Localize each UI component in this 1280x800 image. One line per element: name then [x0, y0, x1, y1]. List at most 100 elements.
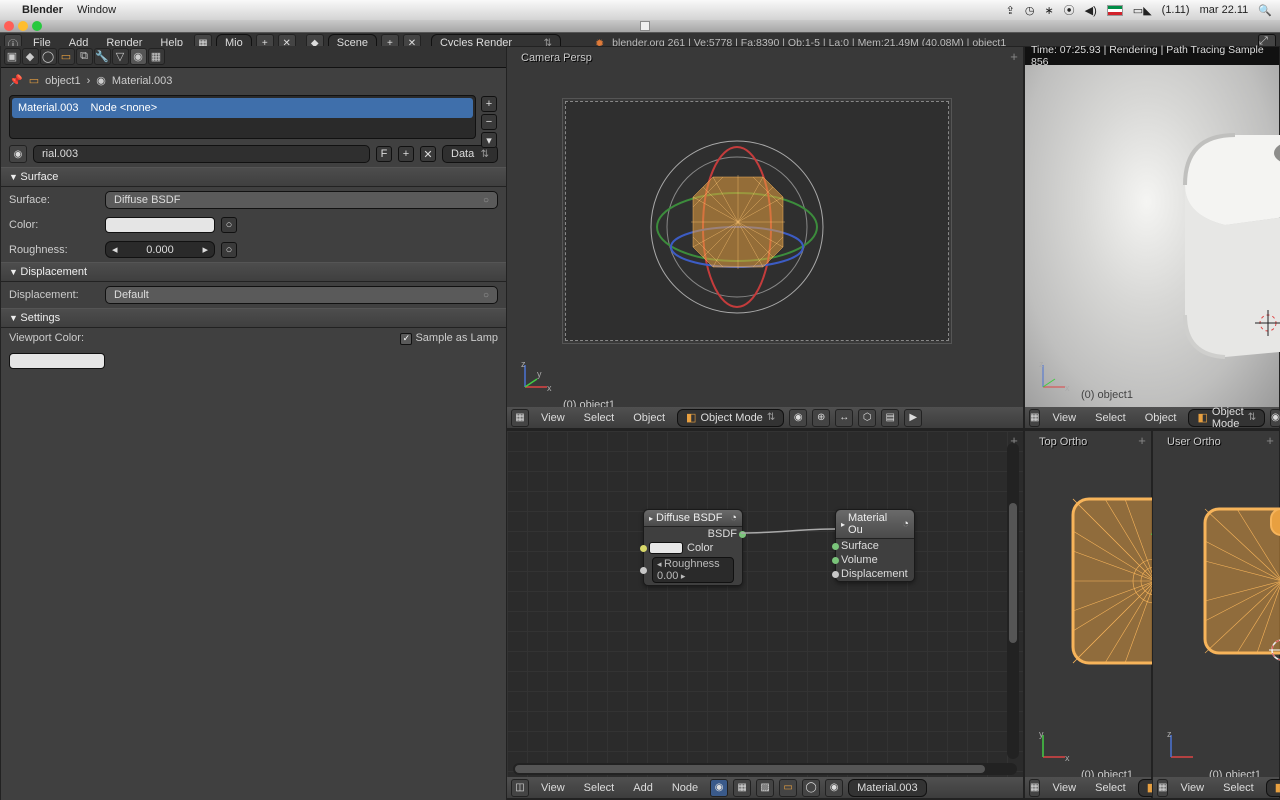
viewport-user-ortho[interactable]: + User Ortho [1152, 430, 1280, 800]
viewport-render[interactable]: Time: 07:25.93 | Rendering | Path Tracin… [1024, 46, 1280, 430]
split-corner[interactable]: + [1007, 49, 1021, 63]
shader-tree-icon[interactable]: ◉ [710, 779, 728, 797]
snap-icon[interactable]: ⬡ [858, 409, 876, 427]
split-corner[interactable]: + [1135, 433, 1149, 447]
tab-render[interactable]: ▣ [4, 48, 21, 65]
battery-icon[interactable]: ▭◣ [1133, 4, 1152, 17]
material-icon[interactable]: ◉ [825, 779, 843, 797]
texture-tree-icon[interactable]: ▨ [756, 779, 774, 797]
material-slot-list[interactable]: Material.003 Node <none> + − ▾ [9, 95, 476, 139]
menu-select[interactable]: Select [1088, 410, 1133, 426]
selected-mesh-wire [683, 167, 793, 277]
mode-selector[interactable]: ◧Object Mode⇅ [677, 409, 784, 427]
split-corner[interactable]: + [1263, 433, 1277, 447]
socket-bsdf: BSDF [708, 528, 737, 540]
menu-select[interactable]: Select [1088, 780, 1133, 796]
mode-selector[interactable]: ◧Object [1266, 779, 1280, 797]
roughness-field[interactable]: ◂0.000▸ [105, 241, 215, 258]
menu-view[interactable]: View [1173, 780, 1211, 796]
svg-text:x: x [547, 383, 552, 393]
menu-object[interactable]: Object [626, 410, 672, 426]
view-label: Top Ortho [1039, 436, 1087, 448]
material-browse-icon[interactable]: ◉ [9, 145, 27, 163]
panel-settings[interactable]: Settings [1, 308, 506, 328]
roughness-link[interactable]: ○ [221, 242, 237, 258]
editor-type-icon[interactable]: ▦ [1029, 779, 1040, 797]
viewport-color-swatch[interactable] [9, 353, 105, 369]
menu-view[interactable]: View [1045, 780, 1083, 796]
menu-node[interactable]: Node [665, 780, 705, 796]
node-editor[interactable]: + ▸Diffuse BSDF◔ BSDF Color ◂ Roughness … [506, 430, 1024, 800]
menu-view[interactable]: View [534, 410, 572, 426]
node-material-selector[interactable]: Material.003 [848, 779, 927, 797]
slot-remove-button[interactable]: − [481, 114, 497, 130]
editor-type-icon[interactable]: ▦ [1157, 779, 1168, 797]
material-unlink[interactable]: ✕ [420, 146, 436, 162]
editor-type-icon[interactable]: ◫ [511, 779, 529, 797]
panel-surface[interactable]: Surface [1, 167, 506, 187]
menu-select[interactable]: Select [577, 780, 622, 796]
node-color-swatch[interactable] [649, 542, 683, 554]
sync-icon[interactable]: ◷ [1025, 4, 1035, 17]
tab-scene[interactable]: ◆ [22, 48, 39, 65]
color-swatch[interactable] [105, 217, 215, 233]
svg-text:z: z [1039, 359, 1044, 369]
editor-type-icon[interactable]: ▦ [511, 409, 529, 427]
viewport-camera[interactable]: + Camera Persp [506, 46, 1024, 430]
node-material-output[interactable]: ▸Material Ou◔ Surface Volume Displacemen… [835, 509, 915, 582]
shading-icon[interactable]: ◉ [1270, 409, 1280, 427]
manipulator-icon[interactable]: ↔ [835, 409, 853, 427]
menu-add[interactable]: Add [626, 780, 660, 796]
menu-view[interactable]: View [1045, 410, 1083, 426]
surface-shader-selector[interactable]: Diffuse BSDF○ [105, 191, 498, 209]
menu-object[interactable]: Object [1138, 410, 1184, 426]
node-diffuse-bsdf[interactable]: ▸Diffuse BSDF◔ BSDF Color ◂ Roughness 0.… [643, 509, 743, 586]
menu-select[interactable]: Select [577, 410, 622, 426]
compositor-icon[interactable]: ▦ [733, 779, 751, 797]
bluetooth-icon[interactable]: ∗ [1044, 4, 1053, 17]
displacement-selector[interactable]: Default○ [105, 286, 498, 304]
tab-data[interactable]: ▽ [112, 48, 129, 65]
pivot-icon[interactable]: ⊕ [812, 409, 830, 427]
clock[interactable]: mar 22.11 [1200, 4, 1249, 16]
tab-material[interactable]: ◉ [130, 48, 147, 65]
editor-type-icon[interactable]: ▦ [1029, 409, 1040, 427]
object-icon[interactable]: ▭ [779, 779, 797, 797]
tab-modifiers[interactable]: 🔧 [94, 48, 111, 65]
v-scrollbar[interactable] [1007, 443, 1019, 759]
pin-icon[interactable]: 📌 [9, 74, 23, 87]
properties-panel: ▣ ◆ ◯ ▭ ⧉ 🔧 ▽ ◉ ▦ 📌 ▭ object1 › ◉ Materi… [0, 46, 506, 800]
menu-select[interactable]: Select [1216, 780, 1261, 796]
panel-displacement[interactable]: Displacement [1, 262, 506, 282]
fake-user-button[interactable]: F [376, 146, 392, 162]
shading-icon[interactable]: ◉ [789, 409, 807, 427]
tab-world[interactable]: ◯ [40, 48, 57, 65]
wifi-icon[interactable]: ⦿ [1064, 2, 1075, 18]
world-icon[interactable]: ◯ [802, 779, 820, 797]
volume-icon[interactable]: ◀) [1085, 4, 1097, 17]
input-flag-icon[interactable] [1107, 5, 1123, 16]
app-menu-window[interactable]: Window [77, 4, 116, 16]
spotlight-icon[interactable]: 🔍 [1258, 4, 1272, 17]
material-name-field[interactable]: rial.003 [33, 145, 370, 163]
tab-texture[interactable]: ▦ [148, 48, 165, 65]
breadcrumb-object[interactable]: object1 [45, 75, 80, 87]
tab-constraints[interactable]: ⧉ [76, 48, 93, 65]
breadcrumb-material[interactable]: Material.003 [112, 75, 173, 87]
node-roughness-field[interactable]: ◂ Roughness 0.00 ▸ [652, 557, 734, 583]
dropbox-icon[interactable]: ⇪ [1006, 4, 1015, 17]
material-add[interactable]: + [398, 146, 414, 162]
color-link[interactable]: ○ [221, 217, 237, 233]
slot-add-button[interactable]: + [481, 96, 497, 112]
slot-menu-button[interactable]: ▾ [481, 132, 497, 148]
layers-icon[interactable]: ▤ [881, 409, 899, 427]
sample-as-lamp-checkbox[interactable]: ✓ [400, 333, 412, 345]
app-menu-blender[interactable]: Blender [22, 4, 63, 16]
h-scrollbar[interactable] [513, 763, 1017, 775]
viewport-top-ortho[interactable]: + Top Ortho [1024, 430, 1152, 800]
menu-view[interactable]: View [534, 780, 572, 796]
render-icon[interactable]: ▶ [904, 409, 922, 427]
material-slot[interactable]: Material.003 Node <none> [12, 98, 473, 118]
tab-object[interactable]: ▭ [58, 48, 75, 65]
mode-selector[interactable]: ◧Object Mode⇅ [1188, 409, 1265, 427]
